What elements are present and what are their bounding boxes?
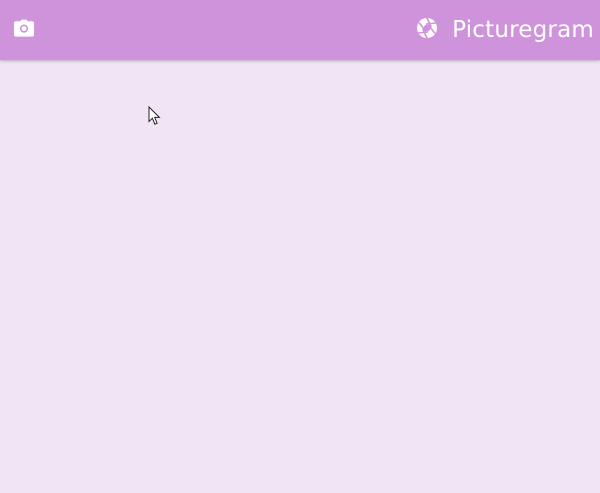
camera-icon [13,19,35,41]
brand: Picturegram [416,17,594,43]
camera-button[interactable] [10,16,38,44]
app-window: Picturegram [0,0,600,493]
app-bar: Picturegram [0,0,600,60]
aperture-icon [416,17,438,43]
main-content [0,60,600,493]
mouse-cursor-icon [148,105,162,126]
app-title: Picturegram [452,16,594,43]
